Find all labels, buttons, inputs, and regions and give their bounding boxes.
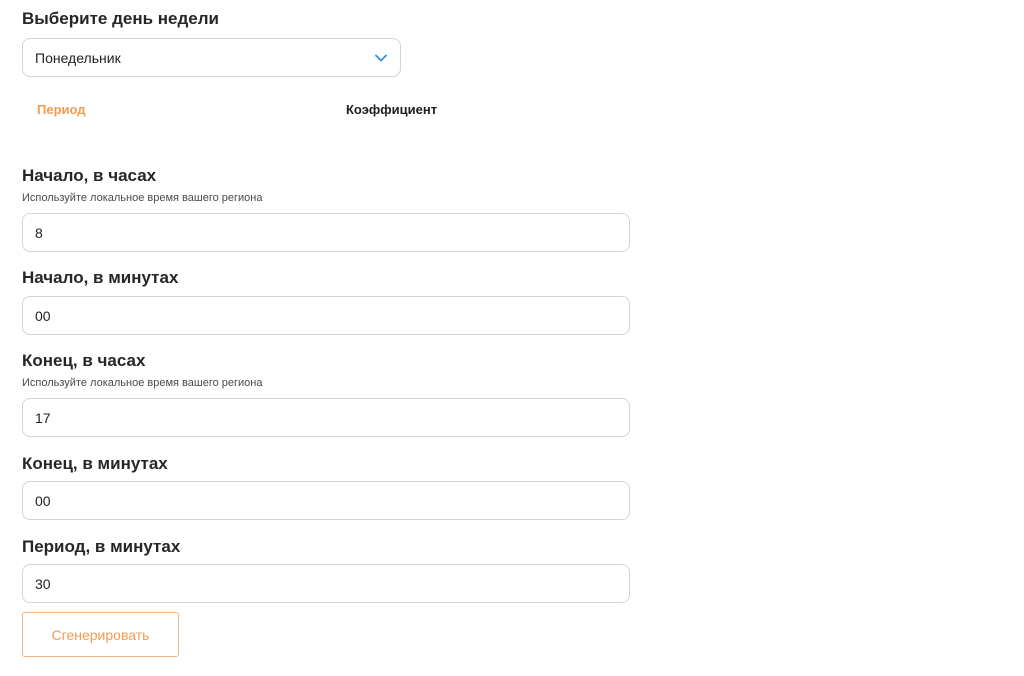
day-select-value: Понедельник <box>35 49 121 66</box>
end-hours-label: Конец, в часах <box>22 351 146 370</box>
end-minutes-label: Конец, в минутах <box>22 454 168 473</box>
generate-button[interactable]: Сгенерировать <box>22 612 179 657</box>
tab-period[interactable]: Период <box>37 102 86 117</box>
chevron-down-icon <box>374 51 388 65</box>
start-hours-input[interactable] <box>22 213 630 252</box>
day-select-heading: Выберите день недели <box>22 9 219 28</box>
period-minutes-label: Период, в минутах <box>22 537 181 556</box>
day-of-week-select[interactable]: Понедельник <box>22 38 401 77</box>
start-minutes-input[interactable] <box>22 296 630 335</box>
start-hours-hint: Используйте локальное время вашего регио… <box>22 192 263 204</box>
end-hours-input[interactable] <box>22 398 630 437</box>
end-hours-hint: Используйте локальное время вашего регио… <box>22 377 263 389</box>
start-minutes-label: Начало, в минутах <box>22 268 179 287</box>
start-hours-label: Начало, в часах <box>22 166 157 185</box>
end-minutes-input[interactable] <box>22 481 630 520</box>
tab-coefficient[interactable]: Коэффициент <box>346 102 437 117</box>
period-minutes-input[interactable] <box>22 564 630 603</box>
